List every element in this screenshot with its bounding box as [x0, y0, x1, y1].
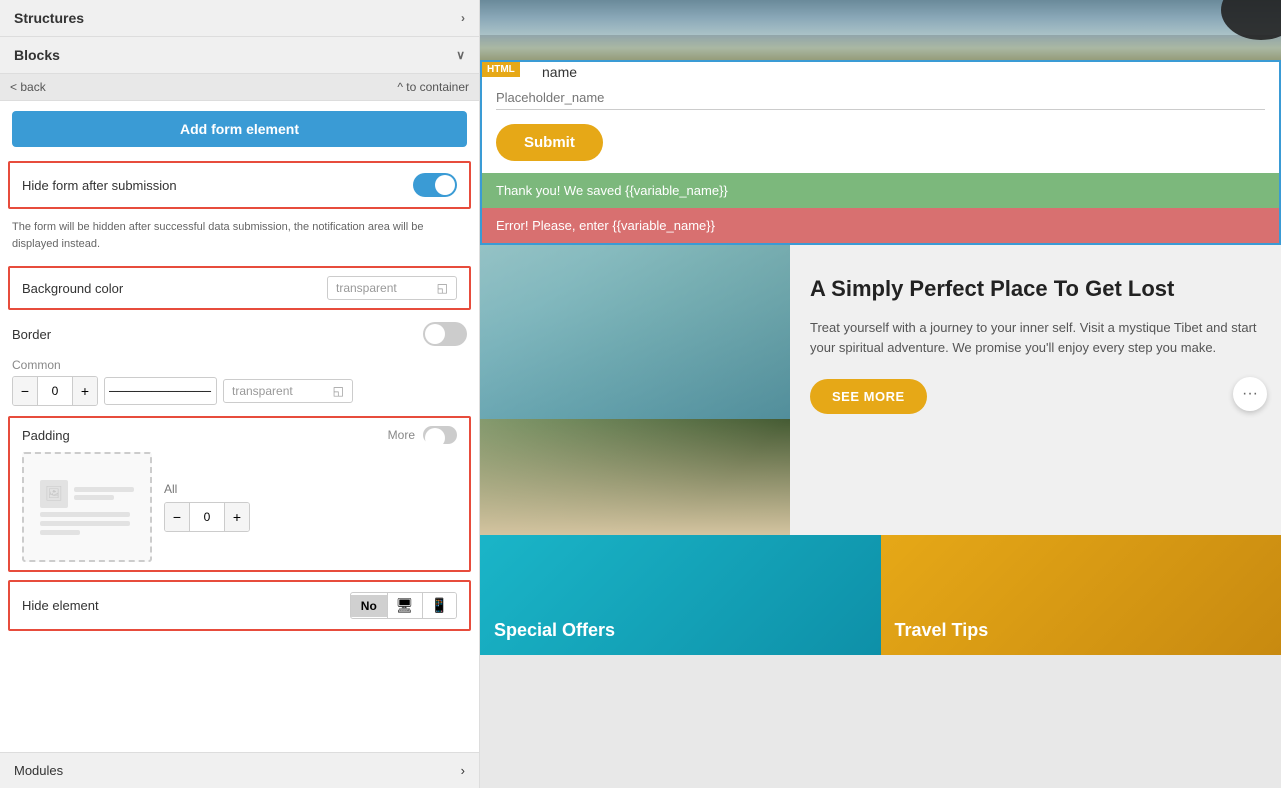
back-button[interactable]: < back — [10, 80, 46, 94]
padding-body: 🖼 All — [22, 452, 457, 562]
error-message-bar: Error! Please, enter {{variable_name}} — [482, 208, 1279, 243]
more-icon: ··· — [1242, 385, 1258, 403]
special-offers-label: Special Offers — [494, 620, 615, 641]
background-color-input[interactable]: transparent ◱ — [327, 276, 457, 300]
form-placeholder-input[interactable] — [496, 86, 1265, 110]
special-offers-card: Special Offers — [480, 535, 881, 655]
hide-button-group: No 🖥 📱 — [350, 592, 457, 619]
back-label: < back — [10, 80, 46, 94]
to-container-button[interactable]: ^ to container — [397, 80, 469, 94]
padding-stepper: − + — [164, 502, 250, 532]
modules-chevron-icon: › — [461, 763, 465, 778]
travel-tips-card: Travel Tips — [881, 535, 1281, 655]
common-label: Common — [12, 358, 467, 372]
padding-label: Padding — [22, 428, 70, 443]
modules-header[interactable]: Modules › — [0, 752, 479, 788]
common-stepper: − + — [12, 376, 98, 406]
hide-element-row: Hide element No 🖥 📱 — [8, 580, 471, 631]
preview-canvas: HTML name Submit Thank you! We saved {{v… — [480, 0, 1281, 655]
nav-bar: < back ^ to container — [0, 74, 479, 101]
structures-label: Structures — [14, 10, 84, 26]
travel-block: A Simply Perfect Place To Get Lost Treat… — [480, 245, 1281, 535]
see-more-button[interactable]: SEE MORE — [810, 379, 927, 414]
border-color-picker-icon: ◱ — [333, 384, 344, 398]
padding-preview: 🖼 — [22, 452, 152, 562]
submit-button[interactable]: Submit — [496, 124, 603, 161]
add-form-element-button[interactable]: Add form element — [12, 111, 467, 147]
hero-image — [480, 0, 1281, 60]
more-button[interactable]: ··· — [1233, 377, 1267, 411]
blocks-section: Blocks ∨ < back ^ to container Add form … — [0, 37, 479, 635]
hide-form-description: The form will be hidden after successful… — [0, 213, 479, 262]
all-label: All — [164, 482, 250, 496]
bottom-cards: Special Offers Travel Tips — [480, 535, 1281, 655]
preview-line-1 — [74, 487, 134, 492]
left-panel: Structures › Blocks ∨ < back ^ to contai… — [0, 0, 480, 788]
border-style-select[interactable]: ──────────── - - - - - - ············· — [104, 377, 217, 405]
structures-chevron-icon: › — [461, 11, 465, 25]
common-controls: − + ──────────── - - - - - - ···········… — [12, 376, 467, 406]
travel-tips-label: Travel Tips — [895, 620, 989, 641]
hide-no-button[interactable]: No — [351, 595, 387, 617]
padding-controls: All − + — [164, 482, 250, 532]
common-decrement-button[interactable]: − — [13, 377, 37, 405]
hide-mobile-button[interactable]: 📱 — [422, 593, 456, 618]
form-name-label: name — [482, 62, 1279, 82]
travel-content: A Simply Perfect Place To Get Lost Treat… — [790, 245, 1281, 535]
preview-line-3 — [40, 512, 130, 517]
padding-decrement-button[interactable]: − — [165, 503, 189, 531]
preview-line-2 — [74, 495, 114, 500]
structures-header[interactable]: Structures › — [0, 0, 479, 37]
success-message-bar: Thank you! We saved {{variable_name}} — [482, 173, 1279, 208]
preview-img-box: 🖼 — [40, 480, 68, 508]
padding-stepper-input[interactable] — [189, 503, 225, 531]
more-toggle[interactable] — [423, 426, 457, 444]
hide-element-label: Hide element — [22, 598, 99, 613]
background-color-row: Background color transparent ◱ — [8, 266, 471, 310]
hide-form-row: Hide form after submission — [8, 161, 471, 209]
border-color-value: transparent — [232, 384, 293, 398]
preview-img-row: 🖼 — [40, 480, 134, 508]
background-color-value: transparent — [336, 281, 397, 295]
more-label: More — [388, 428, 415, 442]
blocks-chevron-icon: ∨ — [456, 48, 465, 62]
preview-lines — [74, 487, 134, 500]
travel-image — [480, 245, 790, 535]
border-row: Border — [0, 314, 479, 354]
color-picker-icon: ◱ — [437, 281, 448, 295]
blocks-header[interactable]: Blocks ∨ — [0, 37, 479, 74]
preview-line-4 — [40, 521, 130, 526]
padding-header: Padding More — [22, 426, 457, 444]
hide-desktop-button[interactable]: 🖥 — [387, 593, 422, 618]
hide-form-toggle[interactable] — [413, 173, 457, 197]
preview-line-5 — [40, 530, 80, 535]
border-toggle[interactable] — [423, 322, 467, 346]
blocks-label: Blocks — [14, 47, 60, 63]
right-panel: HTML name Submit Thank you! We saved {{v… — [480, 0, 1281, 788]
padding-preview-inner: 🖼 — [40, 480, 134, 535]
common-stepper-input[interactable] — [37, 377, 73, 405]
html-badge: HTML — [482, 62, 520, 77]
common-increment-button[interactable]: + — [73, 377, 97, 405]
border-label: Border — [12, 327, 51, 342]
form-block: HTML name Submit Thank you! We saved {{v… — [480, 60, 1281, 245]
padding-increment-button[interactable]: + — [225, 503, 249, 531]
to-container-label: ^ to container — [397, 80, 469, 94]
common-row: Common − + ──────────── - - - - - - ····… — [0, 354, 479, 412]
background-color-label: Background color — [22, 281, 123, 296]
border-color-input[interactable]: transparent ◱ — [223, 379, 353, 403]
modules-label: Modules — [14, 763, 63, 778]
travel-title: A Simply Perfect Place To Get Lost — [810, 275, 1261, 304]
hide-form-label: Hide form after submission — [22, 178, 177, 193]
padding-section: Padding More 🖼 — [8, 416, 471, 572]
travel-description: Treat yourself with a journey to your in… — [810, 318, 1261, 360]
